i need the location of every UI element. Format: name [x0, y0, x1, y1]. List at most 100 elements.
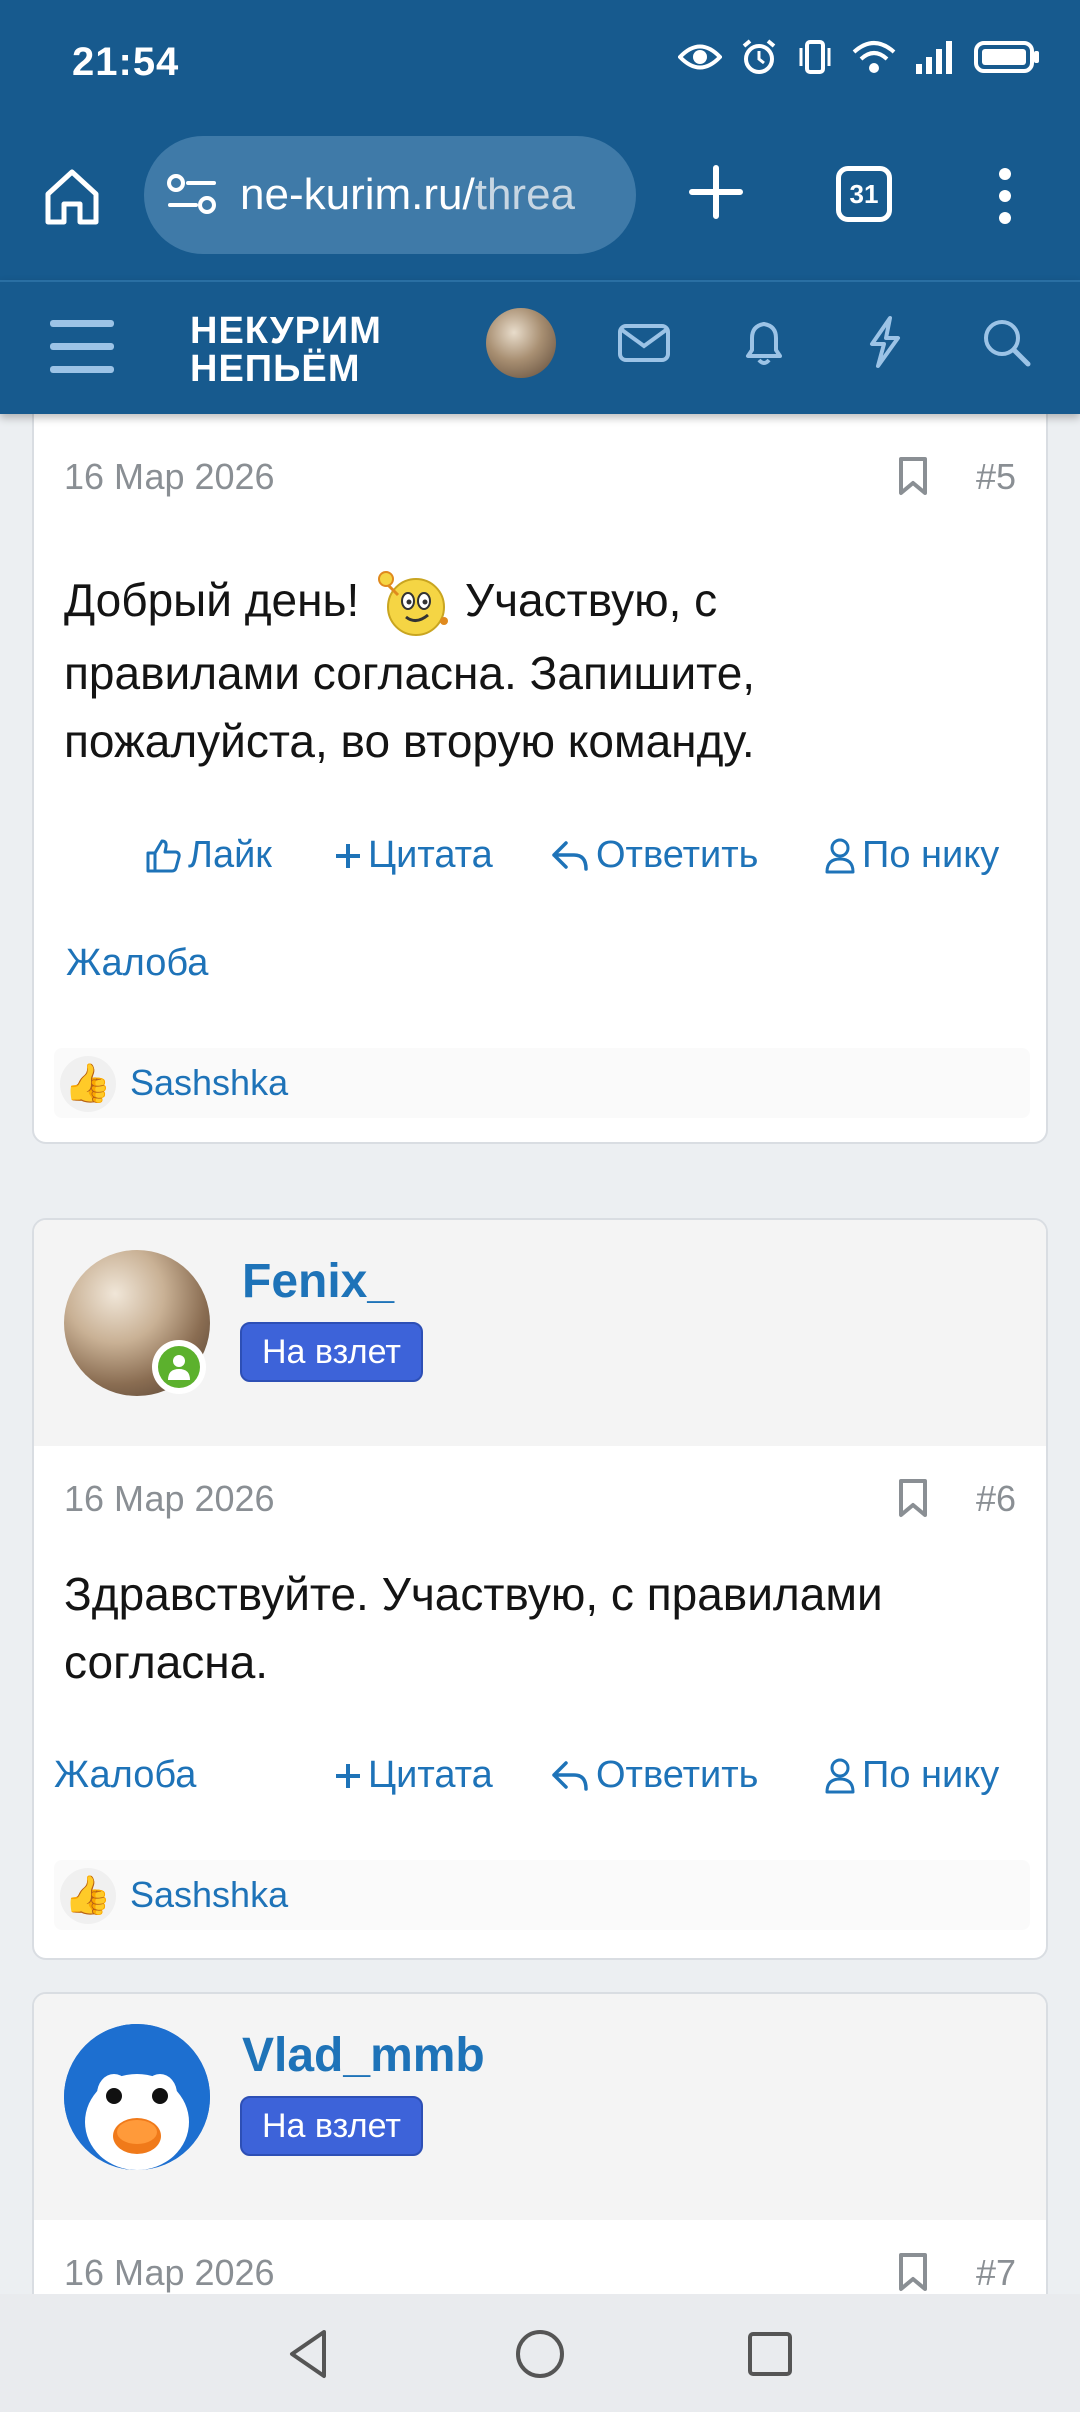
home-circle-icon — [516, 2330, 564, 2378]
reaction-user[interactable]: Sashshka — [130, 1874, 288, 1916]
post-message: Здравствуйте. Участвую, с правилами согл… — [64, 1568, 883, 1688]
alarm-icon — [740, 38, 778, 81]
reactions-bar[interactable]: 👍 Sashshka — [54, 1860, 1030, 1930]
browser-menu-button[interactable] — [990, 164, 1020, 228]
battery-icon — [974, 40, 1040, 79]
post-number[interactable]: #6 — [976, 1478, 1016, 1520]
site-logo[interactable]: НЕКУРИМ НЕПЬЁМ — [190, 312, 382, 388]
reply-button[interactable]: Ответить — [550, 1754, 758, 1797]
reactions-bar[interactable]: 👍 Sashshka — [54, 1048, 1030, 1118]
post-card: Fenix_ На взлет 16 Мар 2026 #6 Здравству… — [32, 1218, 1048, 1960]
post-number[interactable]: #7 — [976, 2252, 1016, 2294]
bookmark-button[interactable] — [898, 2252, 928, 2292]
bookmark-button[interactable] — [898, 1478, 928, 1518]
report-button[interactable]: Жалоба — [66, 942, 208, 985]
post-author-block: Fenix_ На взлет — [34, 1220, 1046, 1446]
report-button[interactable]: Жалоба — [54, 1754, 196, 1797]
penguin-icon — [64, 2024, 210, 2170]
logo-line1: НЕКУРИМ — [190, 310, 382, 352]
user-avatar[interactable] — [486, 308, 556, 378]
new-tab-button[interactable] — [686, 162, 746, 222]
thumbs-up-reaction-icon: 👍 — [60, 1868, 116, 1924]
status-icons — [677, 38, 1040, 81]
home-icon — [45, 169, 99, 225]
status-time: 21:54 — [72, 40, 180, 84]
post-number[interactable]: #5 — [976, 456, 1016, 498]
quote-label: Цитата — [368, 1754, 493, 1796]
lightning-icon — [870, 316, 900, 368]
logo-line2: НЕПЬЁМ — [190, 348, 361, 390]
thumbs-up-icon — [146, 839, 181, 872]
post-card: 16 Мар 2026 #5 Добрый день! Участвую, с … — [32, 414, 1048, 1144]
like-label: Лайк — [188, 834, 272, 876]
back-triangle-icon — [290, 2330, 326, 2378]
address-bar[interactable]: ne-kurim.ru/threa — [144, 136, 636, 254]
reply-label: Ответить — [596, 1754, 759, 1796]
recents-button[interactable] — [740, 2324, 800, 2384]
report-label: Жалоба — [54, 1754, 197, 1796]
reaction-user[interactable]: Sashshka — [130, 1062, 288, 1104]
mention-button[interactable]: По нику — [824, 834, 999, 877]
bookmark-icon — [899, 457, 927, 495]
post-date: 16 Мар 2026 — [64, 456, 275, 497]
system-navigation-bar — [0, 2294, 1080, 2412]
post-date: 16 Мар 2026 — [64, 2252, 275, 2293]
alerts-button[interactable] — [734, 312, 794, 372]
quote-label: Цитата — [368, 834, 493, 876]
author-username[interactable]: Vlad_mmb — [242, 2028, 485, 2083]
inbox-button[interactable] — [614, 312, 674, 372]
thread-content: 16 Мар 2026 #5 Добрый день! Участвую, с … — [0, 414, 1080, 2294]
post-text-part1: Добрый день! — [64, 574, 360, 626]
plus-icon — [689, 165, 743, 219]
plus-icon — [336, 843, 360, 868]
reply-icon — [552, 1760, 588, 1791]
post-card: Vlad_mmb На взлет 16 Мар 2026 #7 — [32, 1992, 1048, 2294]
user-icon — [168, 1355, 190, 1380]
like-button[interactable]: Лайк — [144, 834, 272, 877]
tabs-button[interactable]: 31 — [836, 166, 892, 222]
smiley-icon — [372, 569, 452, 639]
post-message: Добрый день! Участвую, с правилами согла… — [64, 566, 1014, 775]
vibrate-icon — [796, 38, 834, 81]
post-text-line2: правилами согласна. Запишите, — [64, 646, 756, 699]
plus-icon — [336, 1763, 360, 1788]
user-icon — [825, 838, 855, 873]
thumbs-up-reaction-icon: 👍 — [60, 1056, 116, 1112]
bookmark-button[interactable] — [898, 456, 928, 496]
mention-button[interactable]: По нику — [824, 1754, 999, 1797]
home-nav-button[interactable] — [510, 2324, 570, 2384]
post-date: 16 Мар 2026 — [64, 1478, 275, 1519]
report-label: Жалоба — [66, 942, 209, 984]
url-rest: threa — [474, 170, 576, 219]
menu-button[interactable] — [48, 318, 116, 376]
url-main: ne-kurim.ru/ — [240, 170, 475, 219]
user-rank-badge: На взлет — [240, 2096, 423, 2156]
bookmark-icon — [899, 1479, 927, 1517]
post-text-part2: Участвую, с — [464, 574, 718, 626]
reply-button[interactable]: Ответить — [550, 834, 758, 877]
site-settings-icon[interactable] — [166, 172, 218, 218]
post-author-block: Vlad_mmb На взлет — [34, 1994, 1046, 2220]
status-bar: 21:54 — [0, 0, 1080, 122]
online-indicator — [152, 1340, 206, 1394]
author-username[interactable]: Fenix_ — [242, 1254, 394, 1309]
back-button[interactable] — [280, 2324, 340, 2384]
author-avatar[interactable] — [64, 2024, 210, 2170]
whats-new-button[interactable] — [854, 312, 914, 372]
quote-button[interactable]: Цитата — [334, 834, 493, 877]
home-button[interactable] — [40, 164, 104, 228]
wifi-icon — [852, 40, 896, 79]
bookmark-icon — [899, 2253, 927, 2291]
bell-icon — [746, 322, 782, 365]
site-header: НЕКУРИМ НЕПЬЁМ — [0, 280, 1080, 414]
eye-icon — [677, 42, 723, 77]
url-text: ne-kurim.ru/threa — [240, 170, 620, 224]
search-button[interactable] — [976, 312, 1036, 372]
recents-square-icon — [748, 2332, 792, 2376]
quote-button[interactable]: Цитата — [334, 1754, 493, 1797]
user-icon — [825, 1758, 855, 1793]
search-icon — [984, 320, 1031, 367]
mention-label: По нику — [862, 834, 1000, 876]
more-vert-icon — [999, 168, 1011, 224]
reply-icon — [552, 840, 588, 871]
